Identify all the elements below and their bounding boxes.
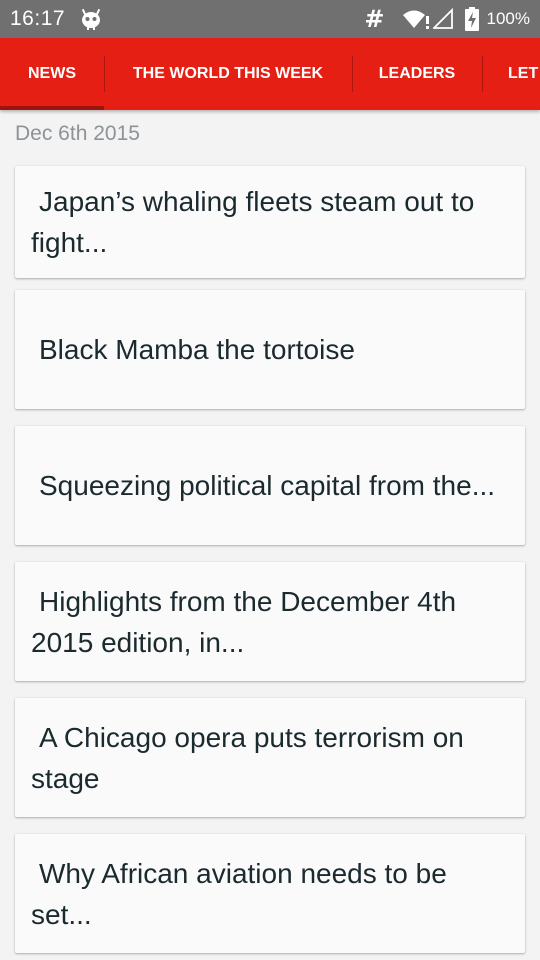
article-title: Black Mamba the tortoise	[39, 334, 355, 365]
status-time: 16:17	[10, 7, 66, 30]
article-title: Highlights from the December 4th 2015 ed…	[31, 585, 457, 658]
issue-date: Dec 6th 2015	[15, 122, 140, 145]
article-title: Squeezing political capital from the...	[39, 470, 496, 501]
tab-label: LET	[508, 65, 539, 82]
wifi-icon	[401, 8, 431, 30]
tab-news[interactable]: NEWS	[0, 38, 104, 110]
article-card[interactable]: Highlights from the December 4th 2015 ed…	[15, 562, 525, 681]
article-card[interactable]: Black Mamba the tortoise	[15, 290, 525, 409]
article-title: A Chicago opera puts terrorism on stage	[31, 721, 464, 794]
article-card[interactable]: Squeezing political capital from the...	[15, 426, 525, 545]
tab-leaders[interactable]: LEADERS	[352, 38, 482, 110]
status-bar: 16:17 # 100%	[0, 0, 540, 38]
section-tab-bar: NEWS THE WORLD THIS WEEK LEADERS LET	[0, 38, 540, 110]
tab-label: NEWS	[28, 65, 76, 82]
selected-tab-indicator	[0, 106, 104, 110]
android-debug-icon	[80, 8, 102, 30]
hash-network-icon: #	[364, 5, 385, 33]
tab-label: LEADERS	[378, 65, 456, 82]
article-card[interactable]: A Chicago opera puts terrorism on stage	[15, 698, 525, 817]
tab-the-world-this-week[interactable]: THE WORLD THIS WEEK	[104, 38, 352, 110]
tab-divider	[482, 56, 483, 92]
tab-label: THE WORLD THIS WEEK	[132, 65, 324, 82]
status-icons: # 100%	[364, 0, 530, 38]
tab-letters[interactable]: LET	[508, 38, 540, 110]
article-card[interactable]: Why African aviation needs to be set...	[15, 834, 525, 953]
article-title: Japan’s whaling fleets steam out to figh…	[31, 186, 475, 258]
battery-charging-icon	[464, 7, 479, 31]
signal-icon	[431, 7, 453, 30]
article-title: Why African aviation needs to be set...	[31, 857, 447, 930]
battery-percent: 100%	[486, 9, 530, 28]
article-card[interactable]: Japan’s whaling fleets steam out to figh…	[15, 166, 525, 278]
